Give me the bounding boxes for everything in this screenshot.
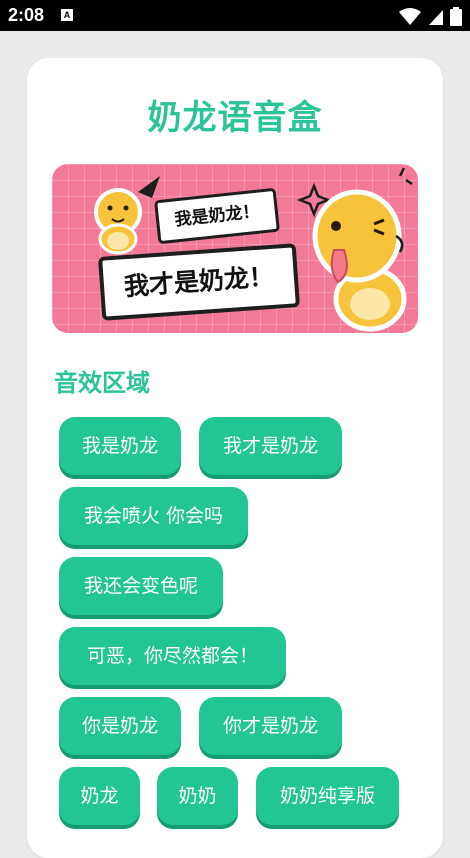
small-dragon-icon <box>94 188 142 255</box>
sound-button-6[interactable]: 你是奶龙 <box>59 697 181 755</box>
sound-button-8[interactable]: 奶龙 <box>59 767 140 825</box>
banner-image: 我是奶龙！ 我才是奶龙！ <box>52 164 418 333</box>
sound-button-3[interactable]: 我会喷火 你会吗 <box>59 487 248 545</box>
big-dragon-icon <box>312 189 407 332</box>
status-time: 2:08 <box>8 5 45 25</box>
sound-button-4[interactable]: 我还会变色呢 <box>59 557 223 615</box>
sound-button-1[interactable]: 我是奶龙 <box>59 417 181 475</box>
battery-icon <box>450 6 462 26</box>
status-icons <box>398 6 462 26</box>
app-title: 奶龙语音盒 <box>147 98 323 138</box>
sound-button-10[interactable]: 奶奶纯享版 <box>256 767 399 825</box>
a-icon: A <box>61 9 73 21</box>
main-card: 奶龙语音盒 我是奶龙！ 我才是奶龙！ 音效区域 我是奶龙 我才是奶龙 我会喷火 … <box>27 58 443 858</box>
status-bar: 2:08 A <box>0 0 470 31</box>
sound-button-9[interactable]: 奶奶 <box>157 767 238 825</box>
sound-button-5[interactable]: 可恶，你尽然都会！ <box>59 627 286 685</box>
signal-icon <box>428 9 443 25</box>
sound-button-7[interactable]: 你才是奶龙 <box>199 697 342 755</box>
wifi-icon <box>398 7 421 25</box>
sound-button-2[interactable]: 我才是奶龙 <box>199 417 342 475</box>
section-title: 音效区域 <box>54 369 150 397</box>
